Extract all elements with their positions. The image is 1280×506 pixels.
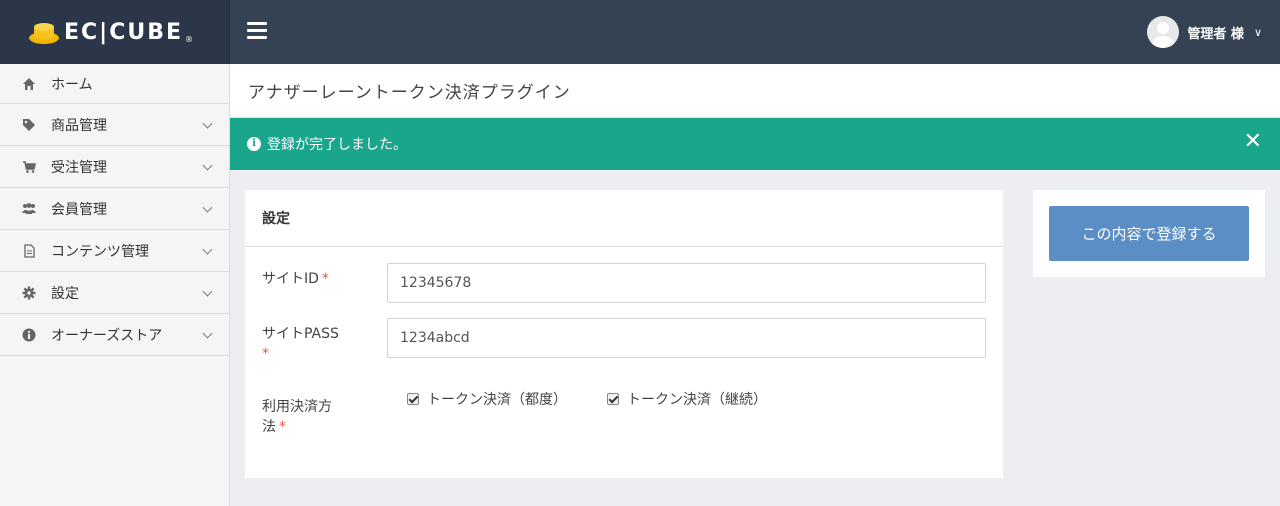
sidebar-item-contents[interactable]: コンテンツ管理 xyxy=(0,230,229,272)
page-title: アナザーレーントークン決済プラグイン xyxy=(248,83,571,103)
logo-registered-mark: ® xyxy=(185,35,194,44)
chevron-down-icon xyxy=(202,160,213,171)
register-button[interactable]: この内容で登録する xyxy=(1049,206,1249,261)
site-id-label-text: サイトID xyxy=(262,271,319,287)
page-title-bar: アナザーレーントークン決済プラグイン xyxy=(230,64,1280,118)
alert-message: 登録が完了しました。 xyxy=(267,137,407,153)
home-icon xyxy=(23,77,35,90)
logo-text: EC|CUBE xyxy=(64,19,184,45)
payment-method-label-line2: 法 xyxy=(262,419,276,435)
site-pass-input[interactable] xyxy=(387,318,986,358)
users-icon xyxy=(22,202,36,214)
sidebar-item-members[interactable]: 会員管理 xyxy=(0,188,229,230)
checkbox-token-one-time[interactable]: トークン決済（都度） xyxy=(407,389,567,409)
chevron-down-icon xyxy=(202,244,213,255)
avatar xyxy=(1147,16,1180,48)
info-circle-icon: i xyxy=(247,137,261,151)
checkbox-token-recurring[interactable]: トークン決済（継続） xyxy=(607,389,767,409)
site-id-input[interactable] xyxy=(387,263,986,303)
hamburger-menu-icon[interactable] xyxy=(247,22,267,40)
sidebar: ホーム 商品管理 受注管理 会員管理 コンテンツ管理 設定 オーナーズストア xyxy=(0,64,230,506)
user-menu[interactable]: 管理者 様 ∨ xyxy=(1147,15,1262,49)
chevron-down-icon xyxy=(202,202,213,213)
success-alert: i 登録が完了しました。 ✕ xyxy=(230,118,1280,170)
submit-card: この内容で登録する xyxy=(1033,190,1265,277)
required-mark: * xyxy=(279,419,286,435)
close-icon[interactable]: ✕ xyxy=(1244,131,1262,153)
payment-method-label: 利用決済方法 * xyxy=(262,397,332,437)
document-icon xyxy=(24,243,35,258)
payment-method-label-line1: 利用決済方 xyxy=(262,399,332,415)
sidebar-item-owners-store[interactable]: オーナーズストア xyxy=(0,314,229,356)
top-header: EC|CUBE ® 管理者 様 ∨ xyxy=(0,0,1280,64)
checkbox-label: トークン決済（継続） xyxy=(627,392,767,408)
sidebar-item-home[interactable]: ホーム xyxy=(0,64,229,104)
checkbox-checked-icon[interactable] xyxy=(607,393,619,405)
chevron-down-icon: ∨ xyxy=(1253,25,1262,39)
user-name: 管理者 様 xyxy=(1187,26,1244,42)
sidebar-item-label: 受注管理 xyxy=(51,159,107,176)
site-pass-label: サイトPASS * xyxy=(262,324,339,364)
chevron-down-icon xyxy=(202,328,213,339)
sidebar-item-settings[interactable]: 設定 xyxy=(0,272,229,314)
sidebar-item-label: 会員管理 xyxy=(51,201,107,218)
checkbox-checked-icon[interactable] xyxy=(407,393,419,405)
site-id-label: サイトID * xyxy=(262,269,329,289)
settings-card: 設定 サイトID* サイトPASS* 利用決済方法* トークン決済（都度） トー… xyxy=(245,190,1003,478)
sidebar-item-orders[interactable]: 受注管理 xyxy=(0,146,229,188)
gear-icon xyxy=(22,286,36,299)
required-mark: * xyxy=(262,346,269,362)
card-title: 設定 xyxy=(245,190,1003,247)
cube-logo-icon xyxy=(29,23,59,44)
sidebar-item-label: 設定 xyxy=(51,285,79,302)
sidebar-item-label: コンテンツ管理 xyxy=(51,243,149,260)
site-pass-label-text: サイトPASS xyxy=(262,326,339,342)
cart-icon xyxy=(23,160,36,173)
checkbox-label: トークン決済（都度） xyxy=(427,392,567,408)
tag-icon xyxy=(23,118,35,131)
info-icon xyxy=(22,328,36,341)
sidebar-item-products[interactable]: 商品管理 xyxy=(0,104,229,146)
chevron-down-icon xyxy=(202,286,213,297)
sidebar-item-label: ホーム xyxy=(51,76,93,93)
chevron-down-icon xyxy=(202,118,213,129)
logo[interactable]: EC|CUBE ® xyxy=(0,0,230,64)
sidebar-item-label: 商品管理 xyxy=(51,117,107,134)
sidebar-item-label: オーナーズストア xyxy=(51,327,163,344)
required-mark: * xyxy=(321,271,329,287)
